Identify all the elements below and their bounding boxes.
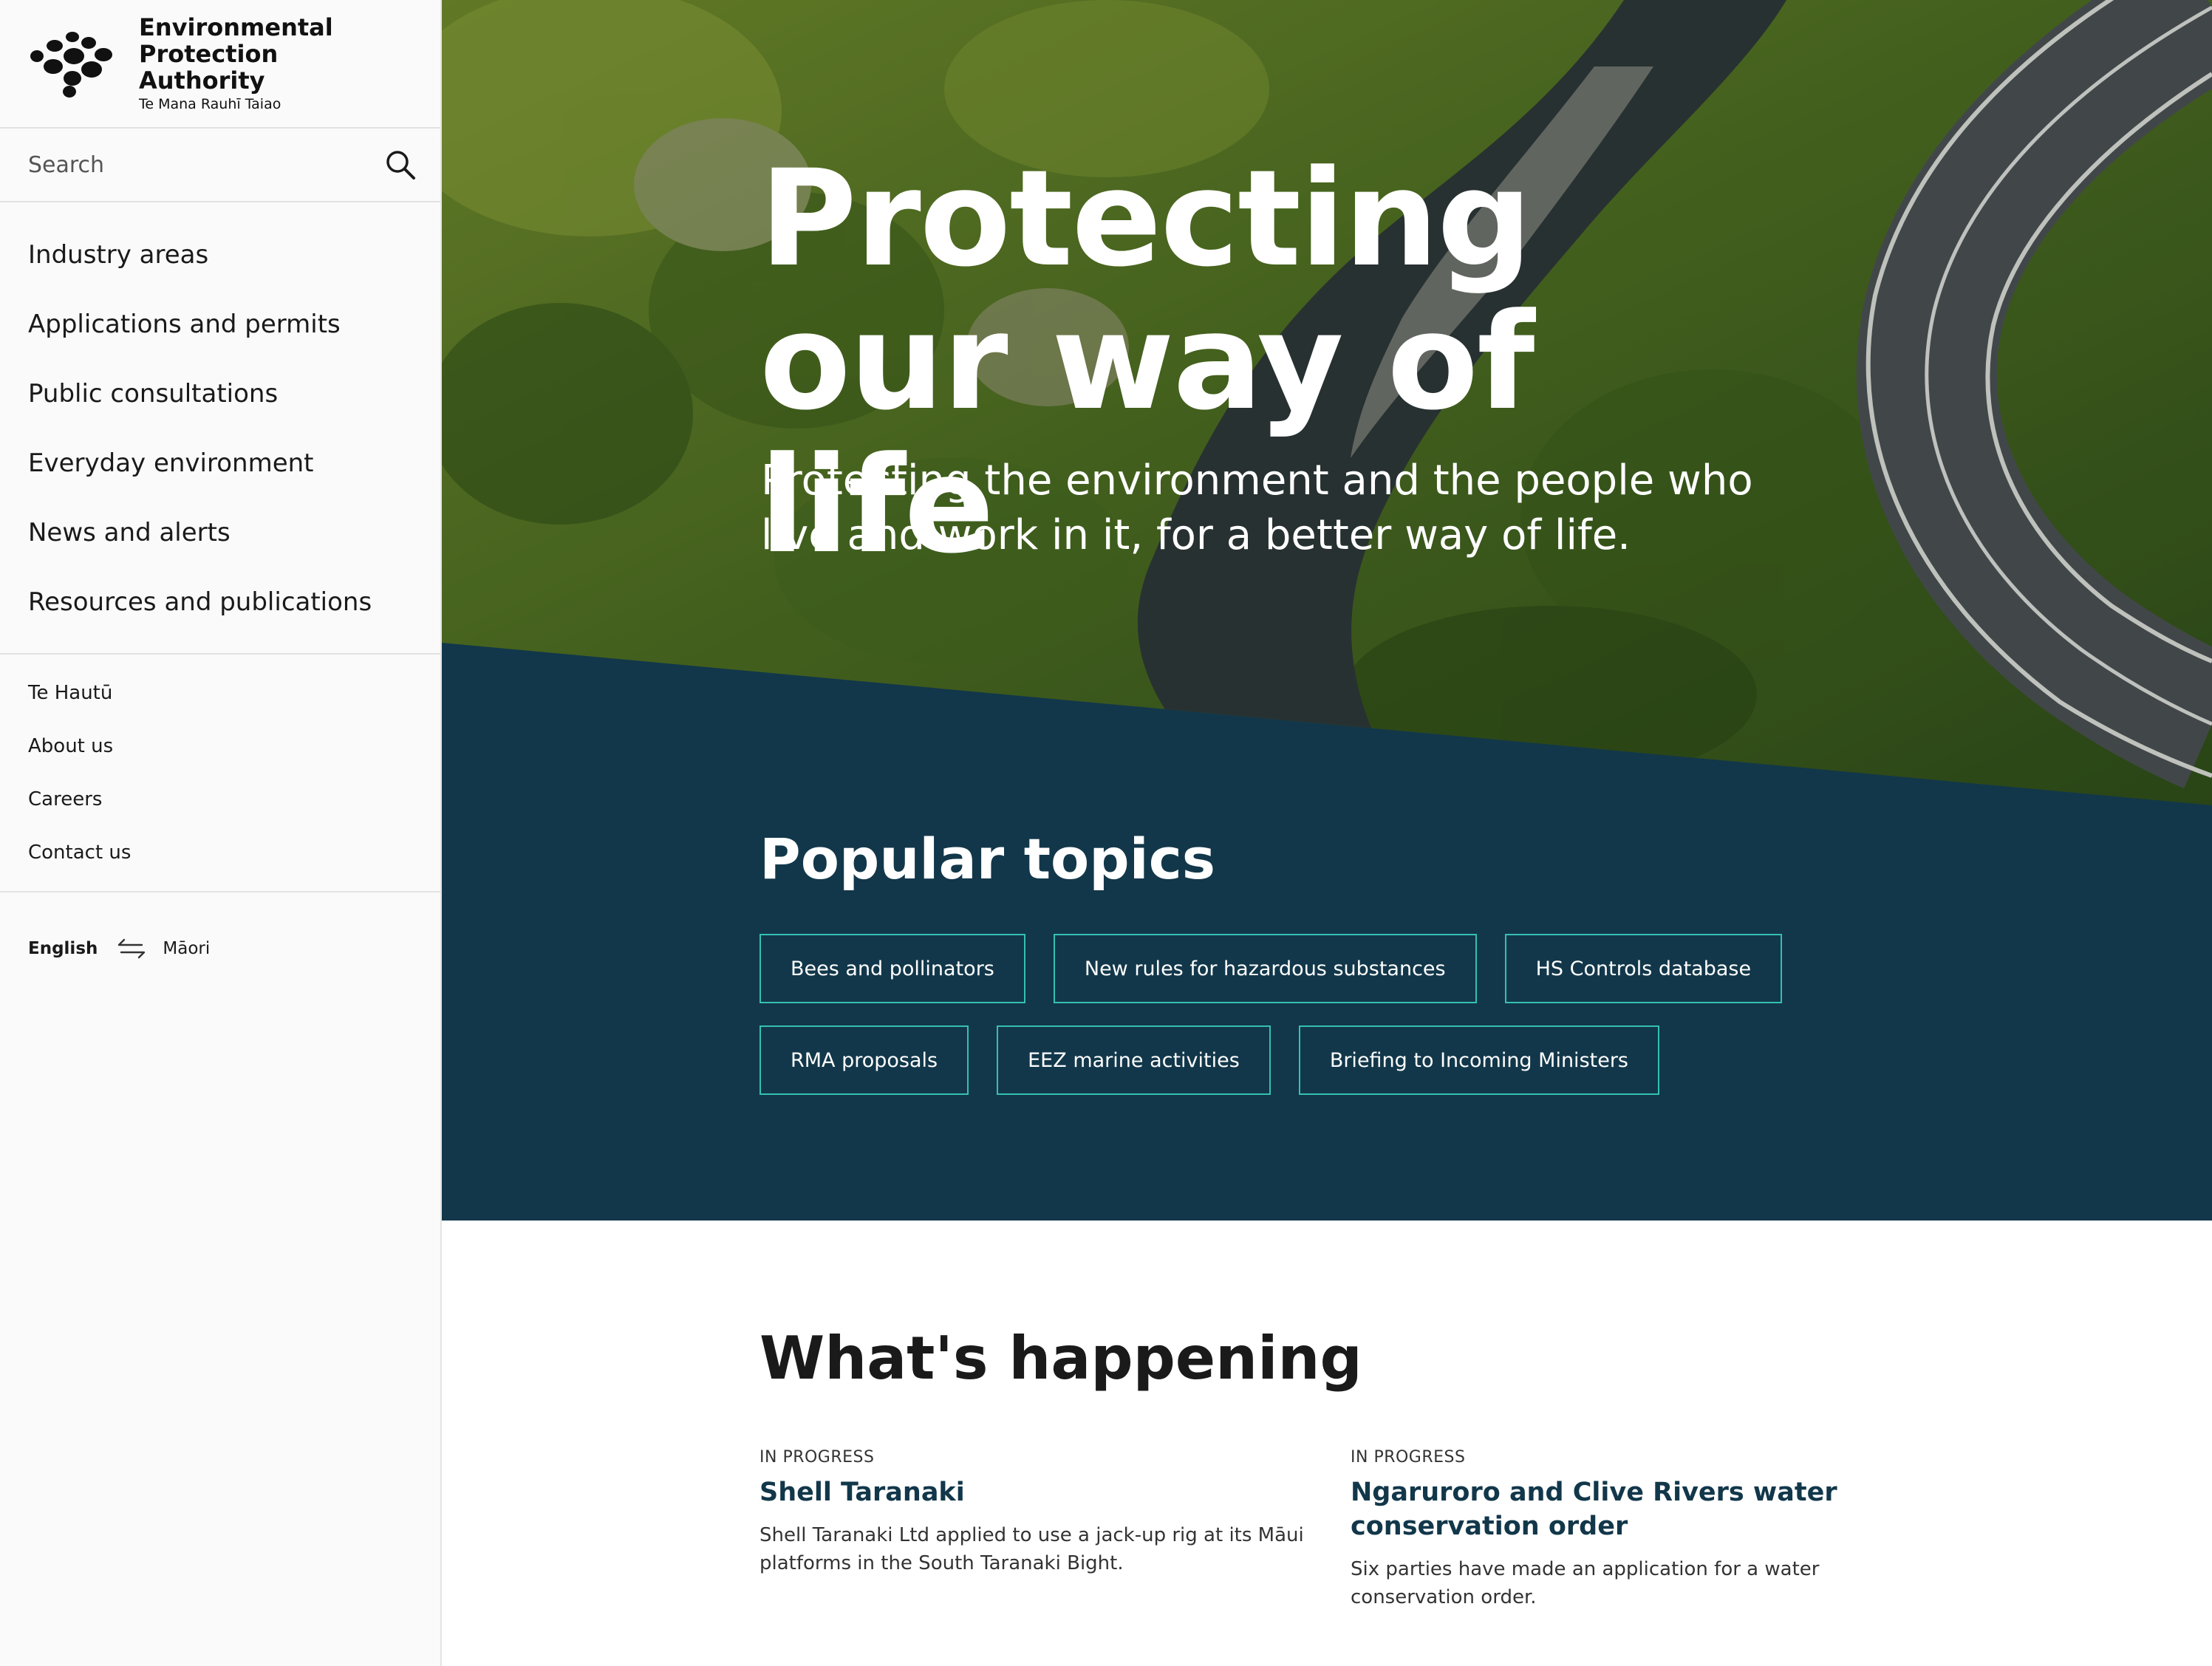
swap-arrows-icon <box>118 938 146 959</box>
nav-item-te-hautu[interactable]: Te Hautū <box>0 666 440 720</box>
secondary-nav: Te Hautū About us Careers Contact us <box>0 655 440 892</box>
search-input[interactable] <box>28 151 353 178</box>
popular-topics-row: Bees and pollinators New rules for hazar… <box>759 934 1794 1003</box>
happening-card-description: Shell Taranaki Ltd applied to use a jack… <box>759 1524 1304 1574</box>
language-toggle[interactable] <box>117 937 146 960</box>
popular-topics-title: Popular topics <box>759 826 1215 892</box>
nav-item-about-us[interactable]: About us <box>0 720 440 773</box>
topic-eez-marine-activities[interactable]: EEZ marine activities <box>997 1025 1271 1095</box>
nav-item-industry-areas[interactable]: Industry areas <box>0 220 440 290</box>
language-current: English <box>28 939 98 958</box>
nav-item-public-consultations[interactable]: Public consultations <box>0 359 440 429</box>
whats-happening-section: What's happening IN PROGRESS Shell Taran… <box>442 1221 2212 1666</box>
happening-card: IN PROGRESS Ngaruroro and Clive Rivers w… <box>1351 1448 1882 1611</box>
topic-bees-and-pollinators[interactable]: Bees and pollinators <box>759 934 1025 1003</box>
nav-item-resources-and-publications[interactable]: Resources and publications <box>0 567 440 637</box>
hero-subtitle: Protecting the environment and the peopl… <box>761 457 1753 559</box>
brand-tagline: Te Mana Rauhī Taiao <box>139 96 281 112</box>
whats-happening-title: What's happening <box>759 1324 1362 1393</box>
topic-briefing-incoming-ministers[interactable]: Briefing to Incoming Ministers <box>1298 1025 1659 1095</box>
happening-card: IN PROGRESS Shell Taranaki Shell Taranak… <box>759 1448 1321 1577</box>
happening-card-title-link[interactable]: Ngaruroro and Clive Rivers water conserv… <box>1351 1475 1882 1543</box>
search-bar <box>0 129 440 202</box>
hero-section: Protecting our way of life Protecting th… <box>442 0 2212 1221</box>
language-option-maori[interactable]: Māori <box>163 939 210 958</box>
status-label: IN PROGRESS <box>1351 1448 1466 1467</box>
search-button[interactable] <box>383 147 418 182</box>
language-switcher: English Māori <box>0 892 440 960</box>
topic-hs-controls-database[interactable]: HS Controls database <box>1504 934 1783 1003</box>
epa-logo-icon <box>30 32 112 98</box>
status-label: IN PROGRESS <box>759 1448 875 1467</box>
topic-rma-proposals[interactable]: RMA proposals <box>759 1025 969 1095</box>
search-icon <box>386 151 415 180</box>
happening-card-title-link[interactable]: Shell Taranaki <box>759 1475 1321 1509</box>
popular-topics-list: Bees and pollinators New rules for hazar… <box>759 934 1794 1117</box>
brand-home-link[interactable]: Environmental Protection Authority Te Ma… <box>0 0 440 129</box>
nav-item-careers[interactable]: Careers <box>0 773 440 826</box>
primary-nav: Industry areas Applications and permits … <box>0 202 440 655</box>
topic-new-rules-hazardous-substances[interactable]: New rules for hazardous substances <box>1053 934 1477 1003</box>
popular-topics-row: RMA proposals EEZ marine activities Brie… <box>759 1025 1794 1095</box>
nav-item-contact-us[interactable]: Contact us <box>0 826 440 879</box>
nav-item-everyday-environment[interactable]: Everyday environment <box>0 429 440 498</box>
nav-item-news-and-alerts[interactable]: News and alerts <box>0 498 440 567</box>
nav-item-applications-and-permits[interactable]: Applications and permits <box>0 290 440 359</box>
sidebar: Environmental Protection Authority Te Ma… <box>0 0 442 1666</box>
happening-card-description: Six parties have made an application for… <box>1351 1558 1820 1608</box>
brand-name: Environmental Protection Authority <box>139 13 333 95</box>
